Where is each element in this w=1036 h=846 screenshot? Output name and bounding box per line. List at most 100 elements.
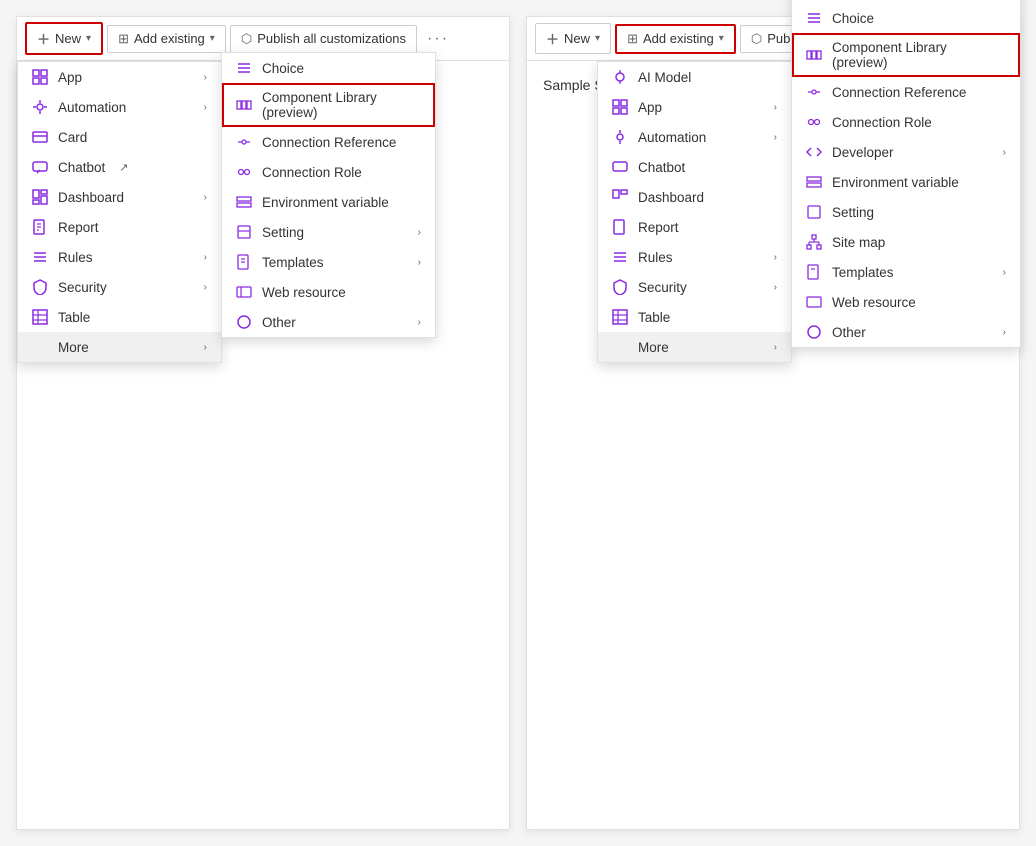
chevron-right-setting-left: › [418, 227, 421, 238]
connection-role-label-right: Connection Role [832, 115, 932, 130]
card-icon-left [32, 129, 48, 145]
menu-item-automation-right[interactable]: Automation › [598, 122, 791, 152]
submenu-env-variable-left[interactable]: Environment variable [222, 187, 435, 217]
submenu-developer-right[interactable]: Developer › [792, 137, 1020, 167]
connection-role-icon-right [806, 114, 822, 130]
chevron-right-security-left: › [204, 282, 207, 293]
choice-label-right: Choice [832, 11, 874, 26]
connection-reference-icon-right [806, 84, 822, 100]
submenu-connection-role-right[interactable]: Connection Role [792, 107, 1020, 137]
card-label-left: Card [58, 130, 87, 145]
new-label-left: New [55, 31, 81, 46]
add-existing-button-right[interactable]: ⊞ Add existing ▾ [615, 24, 736, 54]
external-icon-chatbot-left: ↗ [119, 161, 128, 174]
security-icon-right [612, 279, 628, 295]
menu-item-report-right[interactable]: Report [598, 212, 791, 242]
submenu-env-variable-right[interactable]: Environment variable [792, 167, 1020, 197]
submenu-other-right[interactable]: Other › [792, 317, 1020, 347]
rules-icon-left [32, 249, 48, 265]
submenu-templates-left[interactable]: Templates › [222, 247, 435, 277]
submenu-choice-right[interactable]: Choice [792, 3, 1020, 33]
env-variable-icon-right [806, 174, 822, 190]
menu-item-dashboard-left[interactable]: Dashboard › [18, 182, 221, 212]
chevron-right-security-right: › [774, 282, 777, 293]
menu-item-security-right[interactable]: Security › [598, 272, 791, 302]
rules-label-left: Rules [58, 250, 93, 265]
chevron-down-icon-new-left: ▾ [86, 33, 91, 44]
rules-label-right: Rules [638, 250, 673, 265]
submenu-site-map-right[interactable]: Site map [792, 227, 1020, 257]
menu-item-rules-left[interactable]: Rules › [18, 242, 221, 272]
menu-item-security-left[interactable]: Security › [18, 272, 221, 302]
developer-icon-right [806, 144, 822, 160]
add-existing-label-right: Add existing [643, 31, 714, 46]
submenu-web-resource-right[interactable]: Web resource [792, 287, 1020, 317]
more-dots-left[interactable]: ··· [421, 26, 455, 52]
dashboard-icon-right [612, 189, 628, 205]
submenu-connection-reference-left[interactable]: Connection Reference [222, 127, 435, 157]
templates-icon-left [236, 254, 252, 270]
submenu-choice-left[interactable]: Choice [222, 53, 435, 83]
other-icon-right [806, 324, 822, 340]
report-label-right: Report [638, 220, 679, 235]
other-label-left: Other [262, 315, 296, 330]
left-panel: ＋ New ▾ ⊞ Add existing ▾ ⬡ Publish all c… [16, 16, 510, 830]
add-existing-button-left[interactable]: ⊞ Add existing ▾ [107, 25, 226, 53]
publish-button-left[interactable]: ⬡ Publish all customizations [230, 25, 417, 53]
table-icon-right [612, 309, 628, 325]
chatbot-label-left: Chatbot [58, 160, 105, 175]
chevron-right-other-right: › [1003, 327, 1006, 338]
submenu-connection-role-left[interactable]: Connection Role [222, 157, 435, 187]
choice-label-left: Choice [262, 61, 304, 76]
chevron-right-more-right: › [774, 342, 777, 353]
templates-label-left: Templates [262, 255, 324, 270]
submenu-setting-left[interactable]: Setting › [222, 217, 435, 247]
submenu-connection-reference-right[interactable]: Connection Reference [792, 77, 1020, 107]
connection-reference-label-left: Connection Reference [262, 135, 396, 150]
menu-item-rules-right[interactable]: Rules › [598, 242, 791, 272]
choice-icon-left [236, 60, 252, 76]
table-label-right: Table [638, 310, 670, 325]
connection-reference-icon-left [236, 134, 252, 150]
security-label-left: Security [58, 280, 107, 295]
submenu-component-library-right[interactable]: Component Library (preview) [792, 33, 1020, 77]
setting-icon-right [806, 204, 822, 220]
menu-item-chatbot-left[interactable]: Chatbot ↗ [18, 152, 221, 182]
submenu-setting-right[interactable]: Setting [792, 197, 1020, 227]
templates-label-right: Templates [832, 265, 894, 280]
menu-item-table-left[interactable]: Table [18, 302, 221, 332]
chevron-right-templates-right: › [1003, 267, 1006, 278]
web-resource-label-left: Web resource [262, 285, 346, 300]
plus-icon: ＋ [37, 29, 50, 48]
more-icon-right [612, 339, 628, 355]
menu-item-chatbot-right[interactable]: Chatbot [598, 152, 791, 182]
env-variable-label-left: Environment variable [262, 195, 389, 210]
setting-icon-left [236, 224, 252, 240]
menu-item-more-right[interactable]: More › Azure Synapse Link config Choice [598, 332, 791, 362]
menu-item-card-left[interactable]: Card [18, 122, 221, 152]
submenu-templates-right[interactable]: Templates › [792, 257, 1020, 287]
menu-item-app-right[interactable]: App › [598, 92, 791, 122]
new-button-left[interactable]: ＋ New ▾ [25, 22, 103, 55]
report-icon-left [32, 219, 48, 235]
submenu-web-resource-left[interactable]: Web resource [222, 277, 435, 307]
ai-model-icon-right [612, 69, 628, 85]
web-resource-label-right: Web resource [832, 295, 916, 310]
menu-item-table-right[interactable]: Table [598, 302, 791, 332]
choice-icon-right [806, 10, 822, 26]
chevron-right-rules-right: › [774, 252, 777, 263]
menu-item-app-left[interactable]: App › [18, 62, 221, 92]
menu-item-more-left[interactable]: More › Choice Component Library (preview… [18, 332, 221, 362]
menu-item-dashboard-right[interactable]: Dashboard [598, 182, 791, 212]
add-existing-icon-right: ⊞ [627, 31, 638, 47]
new-button-right[interactable]: ＋ New ▾ [535, 23, 611, 54]
site-map-label-right: Site map [832, 235, 885, 250]
menu-item-report-left[interactable]: Report [18, 212, 221, 242]
menu-item-automation-left[interactable]: Automation › [18, 92, 221, 122]
chevron-right-dashboard-left: › [204, 192, 207, 203]
menu-item-ai-model-right[interactable]: AI Model [598, 62, 791, 92]
submenu-component-library-left[interactable]: Component Library (preview) [222, 83, 435, 127]
submenu-other-left[interactable]: Other › [222, 307, 435, 337]
chevron-right-app-left: › [204, 72, 207, 83]
plus-icon-right: ＋ [546, 29, 559, 48]
